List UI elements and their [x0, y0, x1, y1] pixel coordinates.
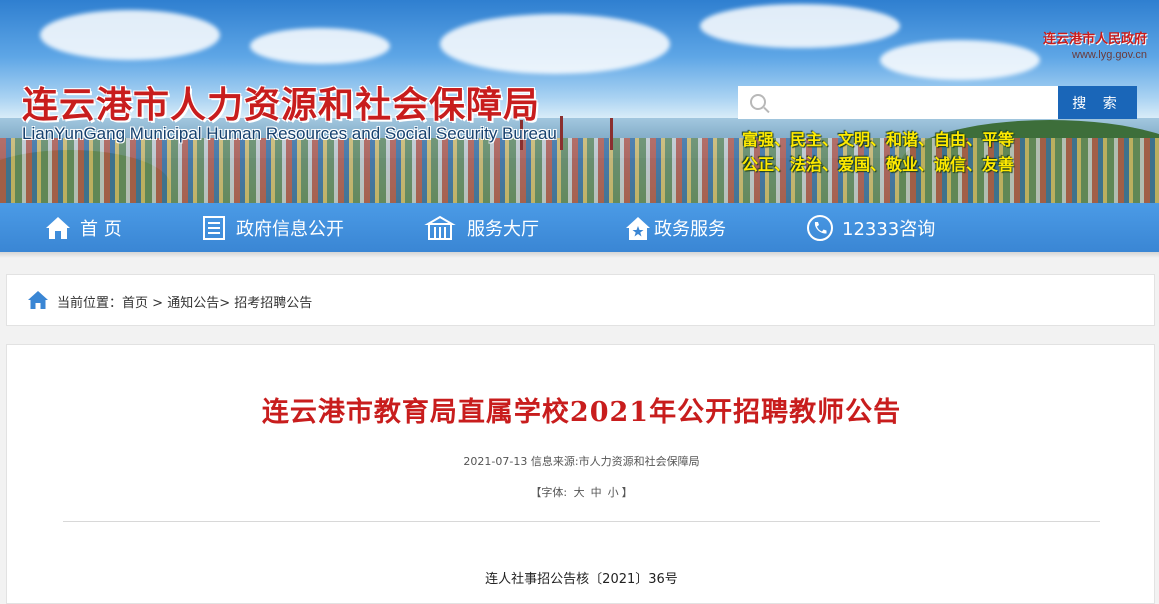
font-size-selector: 【字体: 大中小】 [7, 484, 1156, 500]
search-button[interactable]: 搜 索 [1058, 86, 1137, 119]
article-meta: 2021-07-13 信息来源:市人力资源和社会保障局 [7, 453, 1156, 469]
main-nav: 首 页 政府信息公开 服务大厅 政务服务 12333咨询 [0, 203, 1159, 252]
gov-portal-link[interactable]: 连云港市人民政府 www.lyg.gov.cn [1043, 28, 1147, 61]
home-icon [46, 216, 70, 239]
search-box: 搜 索 [738, 86, 1137, 119]
nav-item-gov-info[interactable]: 政府信息公开 [200, 203, 344, 252]
article-divider [63, 521, 1100, 522]
document-number: 连人社事招公告核〔2021〕36号 [485, 572, 678, 587]
breadcrumb-prefix: 当前位置： [57, 296, 123, 311]
nav-item-label: 服务大厅 [467, 218, 539, 240]
font-size-small-button[interactable]: 小 [608, 486, 619, 499]
cloud-decoration [40, 10, 220, 60]
header-banner: 连云港市人力资源和社会保障局 LianYunGang Municipal Hum… [0, 0, 1159, 203]
cloud-decoration [250, 28, 390, 64]
nav-item-home[interactable]: 首 页 [44, 203, 122, 252]
article-source-label: 信息来源: [530, 455, 579, 468]
nav-item-hotline[interactable]: 12333咨询 [806, 203, 935, 252]
site-subtitle: LianYunGang Municipal Human Resources an… [22, 124, 557, 143]
home-icon [28, 291, 48, 309]
font-size-label: 【字体: [530, 486, 568, 499]
gov-portal-url[interactable]: www.lyg.gov.cn [1043, 49, 1147, 61]
gov-portal-name[interactable]: 连云港市人民政府 [1043, 28, 1147, 47]
building-icon [424, 215, 456, 240]
phone-icon [807, 214, 833, 241]
nav-item-label: 12333咨询 [842, 218, 936, 240]
cloud-decoration [440, 14, 670, 74]
breadcrumb-text: 当前位置：首页 > 通知公告> 招考招聘公告 [57, 292, 312, 311]
nav-item-gov-service[interactable]: 政务服务 [624, 203, 726, 252]
crane-decoration [560, 116, 563, 150]
core-values-line-1: 富强、民主、文明、和谐、自由、平等 [742, 130, 1015, 149]
font-size-medium-button[interactable]: 中 [591, 486, 602, 499]
core-values-line-2: 公正、法治、爱国、敬业、诚信、友善 [742, 155, 1015, 174]
crane-decoration [610, 118, 613, 150]
article-panel: 连云港市教育局直属学校2021年公开招聘教师公告 2021-07-13 信息来源… [6, 344, 1155, 604]
font-size-large-button[interactable]: 大 [574, 486, 585, 499]
breadcrumb-separator: > [148, 296, 168, 311]
nav-shadow [0, 252, 1159, 258]
breadcrumb: 当前位置：首页 > 通知公告> 招考招聘公告 [6, 274, 1155, 326]
breadcrumb-item-notices[interactable]: 通知公告 [167, 296, 219, 311]
nav-item-label: 政府信息公开 [236, 218, 344, 240]
nav-item-label: 首 页 [80, 218, 122, 240]
nav-item-service-hall[interactable]: 服务大厅 [421, 203, 539, 252]
core-values: 富强、民主、文明、和谐、自由、平等 公正、法治、爱国、敬业、诚信、友善 [742, 127, 1014, 177]
article-date: 2021-07-13 [463, 455, 528, 468]
site-title: 连云港市人力资源和社会保障局 [22, 84, 541, 126]
article-source: 市人力资源和社会保障局 [578, 455, 700, 468]
cloud-decoration [700, 4, 900, 48]
cloud-decoration [880, 40, 1040, 80]
breadcrumb-separator: > [219, 296, 235, 311]
house-star-icon [626, 216, 650, 240]
breadcrumb-item-home[interactable]: 首页 [122, 296, 148, 311]
document-icon [203, 215, 225, 240]
article-title: 连云港市教育局直属学校2021年公开招聘教师公告 [261, 397, 902, 428]
breadcrumb-item-recruitment[interactable]: 招考招聘公告 [234, 296, 312, 311]
nav-item-label: 政务服务 [654, 218, 726, 240]
search-icon [750, 94, 766, 110]
font-size-close: 】 [621, 486, 633, 499]
search-input[interactable] [738, 86, 1058, 119]
